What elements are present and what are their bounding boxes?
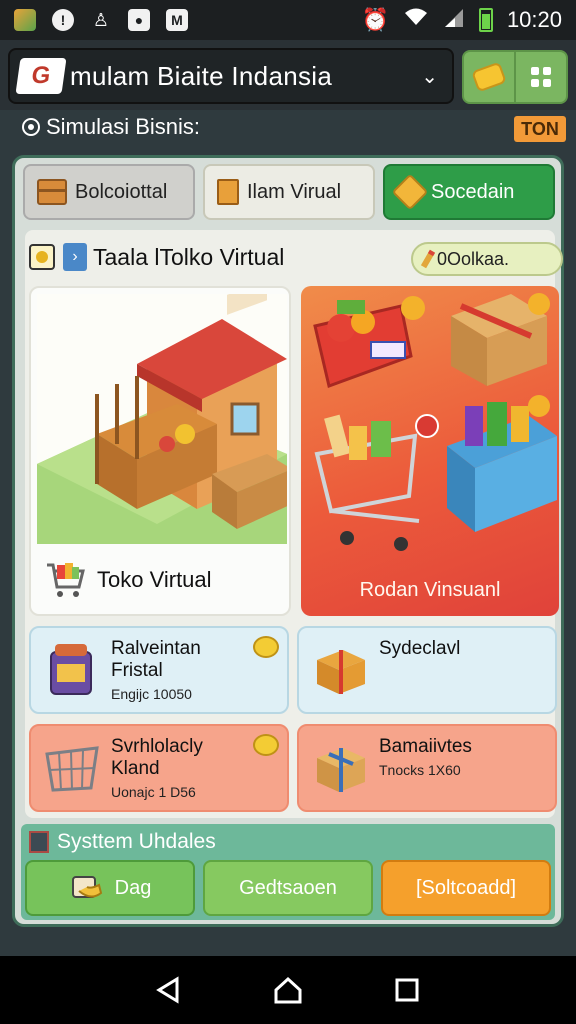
m-icon: M (166, 9, 188, 31)
back-triangle-icon (156, 976, 179, 1004)
stat-card-bamaiivtes[interactable]: Bamaiivtes Tnocks 1X60 (297, 724, 557, 812)
badge-2-icon (528, 395, 550, 417)
stat-card-sydeclavl[interactable]: Sydeclavl (297, 626, 557, 714)
stat-sub: Engijc 10050 (111, 686, 192, 702)
recents-button[interactable] (387, 970, 427, 1010)
grid-icon (531, 67, 551, 87)
shop-illustration (37, 294, 287, 544)
shopping-cart-icon (47, 563, 85, 597)
app-icon (14, 9, 36, 31)
tab-ilam-virual[interactable]: Ilam Virual (203, 164, 375, 220)
badge-x-icon (528, 293, 550, 315)
jar-icon (50, 644, 92, 695)
section-header: › Taala lTolko Virtual 0Oolkaa. (29, 238, 563, 276)
camera-icon: ● (128, 9, 150, 31)
coin-icon (471, 61, 507, 93)
app-title: mulam Biaite Indansia (70, 60, 333, 91)
status-bar-system: ⏰ 10:20 (362, 7, 562, 33)
book-icon (217, 179, 239, 205)
stat-sub: Tnocks 1X60 (379, 762, 461, 778)
tab-bar: Bolcoiottal Ilam Virual Socedain (23, 164, 555, 220)
stat-card-svrhlolacly[interactable]: Svrhlolacly Kland Uonajc 1 D56 (29, 724, 289, 812)
section-title: Taala lTolko Virtual (93, 243, 285, 270)
stat-title: Ralveintan Fristal (111, 638, 201, 681)
section-pill-button[interactable]: 0Oolkaa. (411, 242, 563, 276)
alarm-icon: ! (52, 9, 74, 31)
header-action-group (462, 50, 568, 104)
recents-square-icon (395, 978, 419, 1002)
tab-label: Socedain (431, 180, 515, 203)
gedtsaoen-label: Gedtsaoen (239, 876, 337, 899)
navigation-bar (0, 956, 576, 1024)
badge-alert-icon (415, 414, 439, 438)
hex-box-icon (391, 173, 429, 211)
chevron-down-icon[interactable]: ⌄ (421, 64, 438, 89)
ton-badge[interactable]: TON (514, 116, 566, 142)
subtitle-text: Simulasi Bisnis: (46, 114, 201, 139)
system-updates-header: Systtem Uhdales (29, 830, 216, 854)
coin-badge-icon (253, 636, 279, 658)
book-stack-icon (29, 831, 49, 853)
status-bar-notifications: ! ♙ ● M (14, 9, 188, 31)
dag-label: Dag (114, 876, 152, 899)
toko-virtual-label: Toko Virtual (97, 567, 212, 592)
app-bar: G mulam Biaite Indansia ⌄ (0, 40, 576, 110)
toko-virtual-label-row: Toko Virtual (45, 550, 285, 610)
people-icon: ♙ (92, 9, 110, 30)
coin-badge-icon (253, 734, 279, 756)
stat-title: Bamaiivtes (379, 736, 472, 757)
status-time: 10:20 (506, 7, 562, 32)
app-title-dropdown[interactable]: G mulam Biaite Indansia ⌄ (8, 48, 454, 104)
content-area: › Taala lTolko Virtual 0Oolkaa. Toko Vir… (25, 230, 563, 818)
gedtsaoen-button[interactable]: Gedtsaoen (203, 860, 373, 916)
stat-title: Sydeclavl (379, 638, 461, 659)
soltcoadd-label: [Soltcoadd] (415, 876, 517, 899)
pill-label: 0Oolkaa. (437, 248, 510, 269)
home-button[interactable] (268, 970, 308, 1010)
system-updates-title: Systtem Uhdales (57, 830, 216, 853)
tab-socedain[interactable]: Socedain (383, 164, 555, 220)
battery-icon (478, 8, 493, 32)
signal-icon (443, 7, 465, 33)
tab-bolcoiottal[interactable]: Bolcoiottal (23, 164, 195, 220)
subtitle: Simulasi Bisnis: (22, 114, 200, 140)
coin-button[interactable] (464, 52, 514, 102)
system-buttons: Dag Gedtsaoen [Soltcoadd] (25, 860, 551, 916)
stat-sub: Uonajc 1 D56 (111, 784, 196, 800)
menu-grid-button[interactable] (514, 52, 566, 102)
box-parcel-icon (317, 748, 365, 792)
gift-box-icon (317, 650, 365, 694)
rodan-vinsuanl-card[interactable]: Rodan Vinsuanl (301, 286, 559, 616)
tab-label: Ilam Virual (247, 180, 342, 203)
main-panel: Bolcoiottal Ilam Virual Socedain › Taala… (12, 155, 564, 927)
system-updates-bar: Systtem Uhdales Dag Gedtsaoen [Soltcoadd… (21, 824, 555, 920)
soltcoadd-button[interactable]: [Soltcoadd] (381, 860, 551, 916)
coin-square-icon (29, 244, 55, 270)
stat-title: Svrhlolacly Kland (111, 736, 203, 779)
home-icon (274, 976, 302, 1004)
box-icon (37, 179, 67, 205)
stat-card-ralveintan[interactable]: Ralveintan Fristal Engijc 10050 (29, 626, 289, 714)
app-logo: G (15, 58, 67, 94)
badge-1-icon (401, 296, 425, 320)
rodan-vinsuanl-label: Rodan Vinsuanl (359, 579, 501, 601)
tab-label: Bolcoiottal (75, 180, 168, 203)
alarm-clock-icon: ⏰ (361, 7, 389, 32)
status-bar: ! ♙ ● M ⏰ 10:20 (0, 0, 576, 40)
grocery-illustration (313, 293, 557, 551)
subtitle-row: Simulasi Bisnis: TON (0, 112, 576, 148)
pencil-icon (420, 249, 436, 269)
location-pin-icon (22, 118, 40, 136)
arrow-icon: › (63, 243, 87, 271)
basket-icon (45, 746, 99, 792)
hand-gift-icon (71, 876, 102, 898)
wifi-icon (403, 7, 429, 33)
toko-virtual-card[interactable]: Toko Virtual (29, 286, 291, 616)
back-button[interactable] (149, 970, 189, 1010)
dag-button[interactable]: Dag (25, 860, 195, 916)
